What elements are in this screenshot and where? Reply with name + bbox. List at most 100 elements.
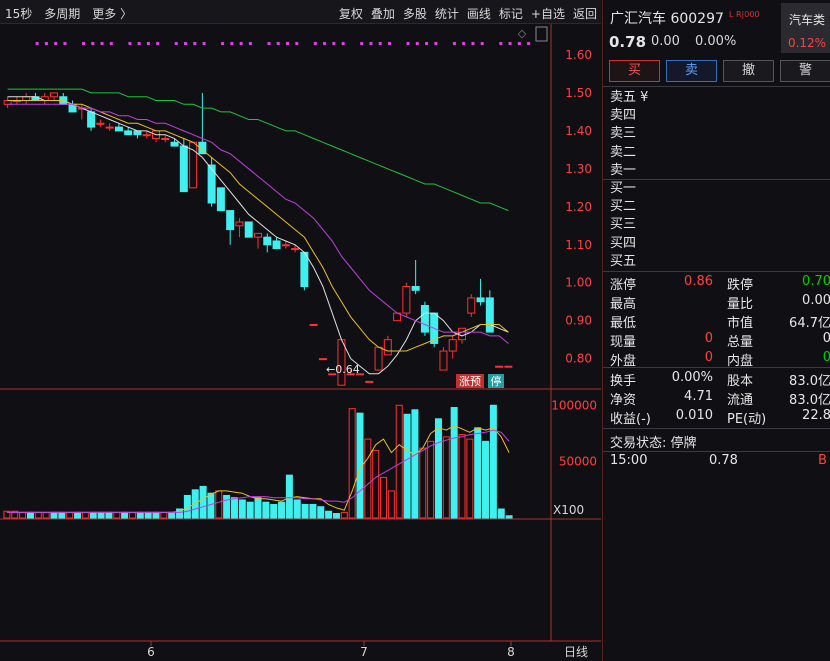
y-tick-label: 1.10 [565, 238, 592, 252]
signal-dot [248, 42, 252, 45]
ma-line [7, 88, 509, 212]
divider [603, 86, 830, 87]
signal-dot [369, 42, 373, 45]
signal-dot [508, 42, 512, 45]
tick-time: 15:00 [610, 453, 648, 468]
volume-bar [121, 511, 129, 519]
tick-price: 0.78 [709, 453, 738, 468]
vol-tick-label: 50000 [559, 455, 597, 469]
signal-dot [35, 42, 39, 45]
candle [263, 236, 272, 246]
stat-label: 量比 [727, 297, 754, 312]
candle [458, 327, 466, 341]
sell2-label: 卖二 [610, 144, 637, 160]
back-button[interactable]: 返回 [569, 0, 601, 24]
stats-button[interactable]: 统计 [431, 0, 463, 24]
trade-status: 交易状态: 停牌 [610, 436, 697, 451]
mark-button[interactable]: 标记 [495, 0, 527, 24]
low-price-label: ←0.64 [326, 363, 360, 376]
volume-bar [332, 512, 340, 519]
signal-dot [239, 42, 243, 45]
candle [383, 339, 392, 356]
candle [309, 323, 318, 326]
period-label: 日线 [564, 645, 588, 659]
signal-dot [276, 42, 280, 45]
volume-bar [364, 438, 372, 519]
signal-dot [332, 42, 336, 45]
candle [254, 232, 262, 238]
x-tick-label: 7 [360, 645, 368, 659]
candle [439, 350, 448, 371]
draw-line-button[interactable]: 画线 [463, 0, 495, 24]
signal-dot [360, 42, 364, 45]
sell-button[interactable]: 卖 [666, 60, 717, 82]
signal-dot [184, 42, 187, 45]
volume-bar [42, 511, 50, 519]
signal-dot [63, 42, 67, 45]
add-watchlist-button[interactable]: +自选 [527, 0, 569, 24]
stock-flag: L R|000 [729, 10, 760, 19]
stat-label: 现量 [610, 335, 637, 350]
candle [235, 221, 244, 227]
volume-bar [246, 501, 254, 519]
candle [495, 365, 504, 368]
buy1-label: 买一 [610, 181, 637, 196]
volume-bar [152, 511, 160, 519]
candle [504, 365, 513, 368]
signal-dot [480, 42, 484, 45]
volume-bar [254, 497, 262, 519]
volume-bar [26, 511, 34, 519]
volume-bar [199, 485, 207, 519]
volume-bar [230, 497, 238, 519]
stat-value: 0 [822, 331, 830, 346]
volume-bar [168, 511, 176, 519]
halt-badge-text: 停 [491, 374, 502, 388]
cancel-order-button[interactable]: 撤 [723, 60, 774, 82]
divider [603, 451, 830, 452]
kline-chart[interactable]: ◇ 1.60 1.50 1.40 1.30 1.20 1.10 1.00 0.90 0.80 ←0.… [0, 24, 601, 661]
candle [448, 339, 457, 352]
buy3-label: 买三 [610, 217, 637, 233]
divider [603, 271, 830, 272]
y-tick-label: 1.00 [565, 276, 592, 290]
volume-bar [191, 489, 199, 519]
signal-dot [202, 42, 206, 45]
signal-dot [137, 42, 141, 45]
multi-stock-button[interactable]: 多股 [399, 0, 431, 24]
scroll-box-icon [535, 26, 548, 42]
signal-dot [128, 42, 132, 45]
volume-bar [97, 511, 105, 519]
volume-bar [505, 515, 513, 519]
chart-area[interactable]: ◇ 1.60 1.50 1.40 1.30 1.20 1.10 1.00 0.90 0.80 ←0.… [0, 24, 601, 661]
more-button[interactable]: 更多 〉 [92, 5, 132, 22]
volume-bar [19, 511, 27, 519]
sell3-label: 卖三 [610, 126, 637, 142]
price-change: 0.00 [651, 34, 680, 49]
candle [3, 100, 12, 105]
signal-dot [82, 42, 85, 45]
volume-bar [419, 447, 427, 519]
volume-bar [489, 404, 497, 519]
multi-period-button[interactable]: 多周期 [44, 5, 80, 22]
y-tick-label: 0.80 [565, 352, 592, 366]
stat-value: 83.0亿 [789, 393, 830, 408]
adjust-button[interactable]: 复权 [335, 0, 367, 24]
stat-label: 最低 [610, 316, 637, 331]
signal-dot [193, 42, 197, 45]
last-price: 0.78 [609, 33, 647, 51]
volume-bar [270, 503, 278, 519]
stat-label: 流通 [727, 393, 754, 408]
candle [411, 286, 420, 291]
overlay-button[interactable]: 叠加 [367, 0, 399, 24]
buy-button[interactable]: 买 [609, 60, 660, 82]
ma-line [7, 103, 509, 344]
candle [226, 210, 235, 231]
period-15s-button[interactable]: 15秒 [5, 5, 32, 22]
sector-box[interactable]: 汽车类 0.12% [781, 3, 830, 53]
stat-label: 涨停 [610, 278, 637, 293]
alert-button[interactable]: 警 [780, 60, 830, 82]
volume-bar [301, 503, 309, 519]
signal-dot [44, 42, 48, 45]
limit-badge-text: 涨预 [459, 375, 481, 388]
signal-dot [174, 42, 178, 45]
